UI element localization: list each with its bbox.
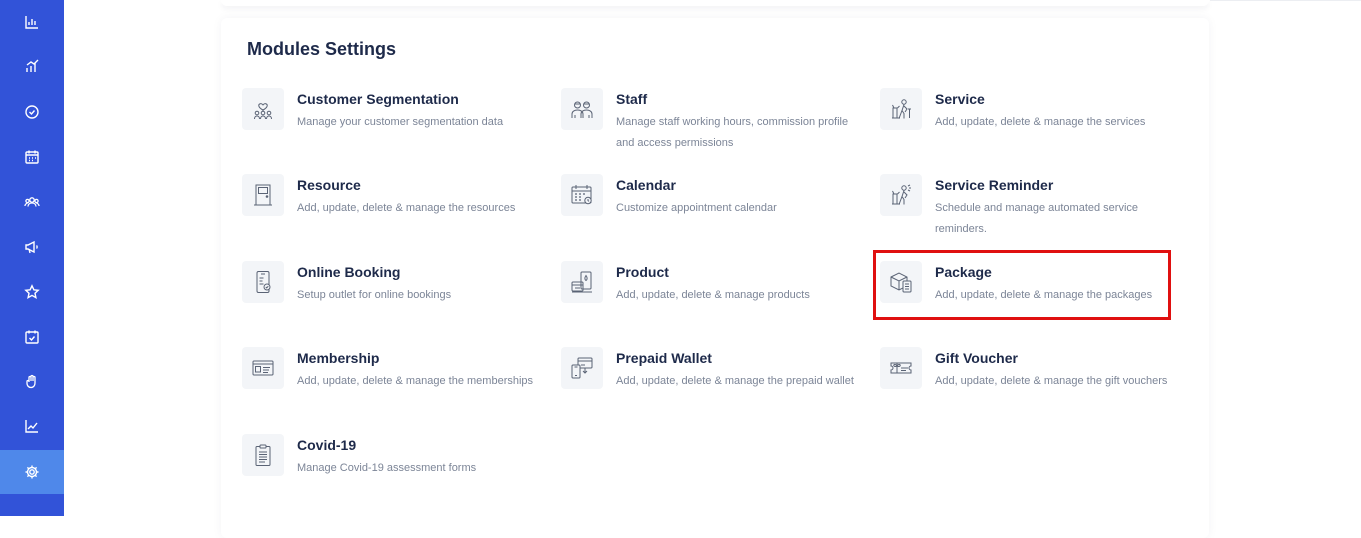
module-title: Prepaid Wallet bbox=[616, 350, 712, 366]
module-title: Package bbox=[935, 264, 992, 280]
module-package[interactable]: Package Add, update, delete & manage the… bbox=[880, 261, 1180, 331]
module-description: Manage staff working hours, commission p… bbox=[616, 116, 849, 149]
package-box-icon bbox=[890, 272, 912, 293]
module-title: Service bbox=[935, 91, 985, 107]
module-title: Resource bbox=[297, 177, 361, 193]
calendar-icon bbox=[571, 185, 592, 205]
service-icon bbox=[892, 99, 911, 119]
trend-chart-icon bbox=[25, 420, 38, 433]
bar-chart-icon bbox=[25, 16, 38, 29]
check-circle-icon bbox=[25, 105, 39, 119]
module-resource[interactable]: Resource Add, update, delete & manage th… bbox=[242, 174, 542, 244]
module-title: Product bbox=[616, 264, 669, 280]
previous-card bbox=[221, 0, 1209, 6]
membership-card-icon bbox=[252, 360, 274, 376]
service-reminder-icon bbox=[892, 184, 911, 205]
nav-calendar[interactable] bbox=[0, 135, 64, 179]
nav-reports[interactable] bbox=[0, 404, 64, 448]
module-description: Add, update, delete & manage the service… bbox=[935, 116, 1146, 128]
staff-icon bbox=[571, 101, 593, 118]
calendar-icon bbox=[25, 150, 39, 164]
module-description: Setup outlet for online bookings bbox=[297, 289, 452, 301]
module-description: Add, update, delete & manage the resourc… bbox=[297, 202, 516, 214]
megaphone-icon bbox=[25, 240, 38, 254]
module-online-booking[interactable]: Online Booking Setup outlet for online b… bbox=[242, 261, 542, 331]
nav-marketing[interactable] bbox=[0, 225, 64, 269]
sidebar bbox=[0, 0, 64, 516]
nav-customers[interactable] bbox=[0, 180, 64, 224]
module-gift-voucher[interactable]: Gift Voucher Add, update, delete & manag… bbox=[880, 347, 1180, 417]
customers-icon bbox=[24, 197, 40, 207]
online-booking-phone-icon bbox=[256, 271, 271, 293]
module-prepaid-wallet[interactable]: Prepaid Wallet Add, update, delete & man… bbox=[561, 347, 861, 417]
module-title: Membership bbox=[297, 350, 380, 366]
product-icon bbox=[571, 271, 592, 293]
analytics-icon bbox=[26, 59, 39, 72]
module-product[interactable]: Product Add, update, delete & manage pro… bbox=[561, 261, 861, 331]
nav-reviews[interactable] bbox=[0, 270, 64, 314]
gift-voucher-icon bbox=[890, 362, 912, 374]
module-description: Manage Covid-19 assessment forms bbox=[297, 462, 477, 474]
module-description: Add, update, delete & manage the members… bbox=[297, 375, 534, 387]
module-membership[interactable]: Membership Add, update, delete & manage … bbox=[242, 347, 542, 417]
module-description: Manage your customer segmentation data bbox=[297, 116, 504, 128]
module-description: Add, update, delete & manage the prepaid… bbox=[616, 375, 854, 387]
module-description: Schedule and manage automated service re… bbox=[935, 202, 1139, 235]
module-covid-19[interactable]: Covid-19 Manage Covid-19 assessment form… bbox=[242, 434, 542, 504]
prepaid-wallet-icon bbox=[571, 357, 593, 379]
module-description: Customize appointment calendar bbox=[616, 202, 777, 214]
module-title: Staff bbox=[616, 91, 648, 107]
module-title: Service Reminder bbox=[935, 177, 1054, 193]
gear-icon bbox=[25, 465, 39, 479]
nav-settings[interactable] bbox=[0, 450, 64, 494]
clipboard-icon bbox=[255, 444, 271, 466]
module-title: Online Booking bbox=[297, 264, 401, 280]
nav-dashboard[interactable] bbox=[0, 0, 64, 44]
page-title: Modules Settings bbox=[247, 39, 397, 59]
module-customer-segmentation[interactable]: Customer Segmentation Manage your custom… bbox=[242, 88, 542, 158]
module-description: Add, update, delete & manage the gift vo… bbox=[935, 375, 1168, 387]
module-title: Gift Voucher bbox=[935, 350, 1018, 366]
star-icon bbox=[24, 284, 40, 299]
nav-appointments[interactable] bbox=[0, 315, 64, 359]
hand-icon bbox=[26, 374, 36, 389]
module-title: Calendar bbox=[616, 177, 676, 193]
header-divider bbox=[1210, 0, 1361, 1]
calendar-check-icon bbox=[25, 330, 39, 344]
module-calendar[interactable]: Calendar Customize appointment calendar bbox=[561, 174, 861, 244]
module-service-reminder[interactable]: Service Reminder Schedule and manage aut… bbox=[880, 174, 1180, 244]
nav-hand[interactable] bbox=[0, 360, 64, 404]
module-title: Covid-19 bbox=[297, 437, 357, 453]
module-service[interactable]: Service Add, update, delete & manage the… bbox=[880, 88, 1180, 158]
module-staff[interactable]: Staff Manage staff working hours, commis… bbox=[561, 88, 861, 158]
module-description: Add, update, delete & manage products bbox=[616, 289, 810, 301]
module-description: Add, update, delete & manage the package… bbox=[935, 289, 1153, 301]
nav-analytics[interactable] bbox=[0, 44, 64, 88]
customer-segmentation-icon bbox=[254, 103, 272, 120]
module-title: Customer Segmentation bbox=[297, 91, 459, 107]
nav-tasks[interactable] bbox=[0, 90, 64, 134]
resource-door-icon bbox=[254, 184, 272, 206]
